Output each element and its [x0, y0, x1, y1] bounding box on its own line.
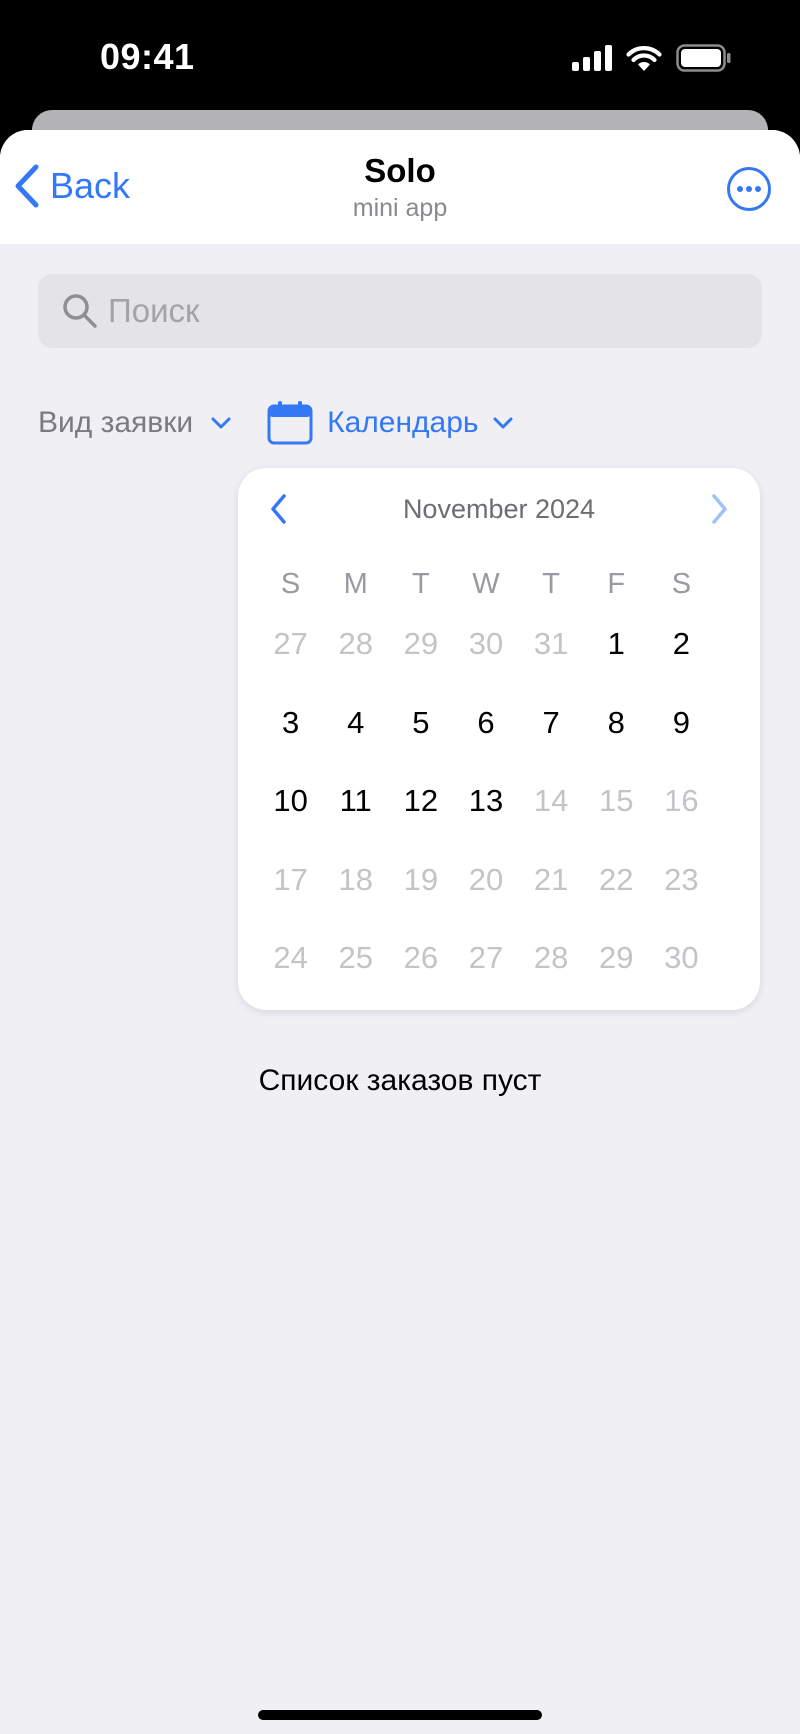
- calendar-day[interactable]: 8: [584, 695, 649, 774]
- wifi-icon: [626, 46, 662, 71]
- calendar-day-disabled: 28: [338, 626, 373, 661]
- calendar-month-label: November 2024: [402, 494, 596, 524]
- calendar-weekdays: SMTWTFS: [258, 568, 714, 608]
- calendar-day[interactable]: 10: [258, 773, 323, 852]
- mini-app-sheet: Back Solo mini app Вид заявки: [0, 130, 800, 1734]
- calendar-day-disabled: 22: [599, 861, 634, 897]
- weekday-label: T: [542, 568, 560, 600]
- calendar-day-disabled: 26: [403, 940, 439, 975]
- app-subtitle: mini app: [352, 194, 448, 222]
- weekday-label: S: [671, 568, 692, 600]
- calendar-day[interactable]: 6: [453, 695, 518, 774]
- app-title: Solo: [364, 152, 436, 189]
- calendar-header: November 2024: [238, 482, 760, 538]
- cellular-signal-icon: [572, 45, 612, 71]
- calendar-day-disabled: 14: [533, 783, 569, 818]
- calendar-day-disabled: 29: [403, 626, 439, 661]
- calendar-day-disabled: 27: [273, 626, 308, 661]
- search-icon: [63, 294, 97, 328]
- calendar-day-disabled: 29: [599, 940, 634, 975]
- calendar-day[interactable]: 11: [323, 773, 388, 852]
- calendar-day-disabled: 20: [468, 861, 504, 897]
- calendar-day[interactable]: 7: [519, 695, 584, 774]
- calendar-day-disabled: 16: [664, 783, 699, 818]
- status-time: 09:41: [100, 36, 195, 77]
- status-icons: [572, 44, 732, 72]
- weekday-label: M: [343, 568, 368, 600]
- chevron-down-icon: [211, 417, 231, 429]
- calendar-popover: November 2024 SMTWTFS 27 28 29 30 31 1 2 3 4 5 6 7 8…: [238, 468, 760, 1010]
- calendar-day-disabled: 23: [664, 861, 699, 897]
- more-options-icon[interactable]: [726, 166, 772, 212]
- next-month-button[interactable]: [706, 492, 732, 526]
- status-bar: 09:41: [0, 0, 800, 110]
- request-type-dropdown[interactable]: Вид заявки: [38, 406, 231, 440]
- calendar-day-disabled: 21: [533, 861, 569, 897]
- calendar-day-disabled: 30: [664, 940, 699, 975]
- home-indicator: [258, 1710, 542, 1720]
- calendar-icon: [267, 401, 313, 445]
- calendar-day-disabled: 15: [599, 783, 634, 818]
- calendar-day-disabled: 31: [533, 626, 569, 661]
- weekday-label: W: [472, 568, 500, 600]
- calendar-day-disabled: 30: [468, 626, 504, 661]
- calendar-dropdown[interactable]: Календарь: [267, 401, 513, 445]
- calendar-day[interactable]: 13: [453, 773, 518, 852]
- calendar-label: Календарь: [327, 406, 479, 439]
- calendar-day-disabled: 28: [533, 940, 569, 975]
- filters-row: Вид заявки Календарь: [38, 398, 513, 448]
- navigation-bar: Back Solo mini app: [0, 130, 800, 244]
- weekday-label: T: [411, 568, 430, 600]
- calendar-days-grid: 27 28 29 30 31 1 2 3 4 5 6 7 8 9 10 11 12 13 14 15 16 17 18 19 2…: [258, 616, 714, 1009]
- calendar-day[interactable]: 4: [323, 695, 388, 774]
- calendar-day-disabled: 19: [403, 861, 439, 897]
- calendar-day-disabled: 27: [468, 940, 504, 975]
- weekday-label: S: [280, 568, 301, 600]
- calendar-day[interactable]: 5: [388, 695, 453, 774]
- search-input[interactable]: [108, 292, 708, 330]
- calendar-day[interactable]: 9: [649, 695, 714, 774]
- calendar-day[interactable]: 1: [584, 616, 649, 695]
- weekday-label: F: [607, 568, 626, 600]
- calendar-day-disabled: 18: [338, 861, 373, 897]
- request-type-label: Вид заявки: [38, 406, 194, 439]
- chevron-down-icon: [493, 417, 513, 429]
- calendar-day[interactable]: 3: [258, 695, 323, 774]
- battery-icon: [676, 44, 731, 72]
- empty-orders-message: Список заказов пуст: [258, 1064, 542, 1097]
- calendar-day[interactable]: 2: [649, 616, 714, 695]
- search-bar[interactable]: [38, 274, 762, 348]
- calendar-day-disabled: 17: [273, 861, 308, 897]
- calendar-day-disabled: 25: [338, 940, 373, 975]
- calendar-day-disabled: 24: [273, 940, 308, 975]
- calendar-day[interactable]: 12: [388, 773, 453, 852]
